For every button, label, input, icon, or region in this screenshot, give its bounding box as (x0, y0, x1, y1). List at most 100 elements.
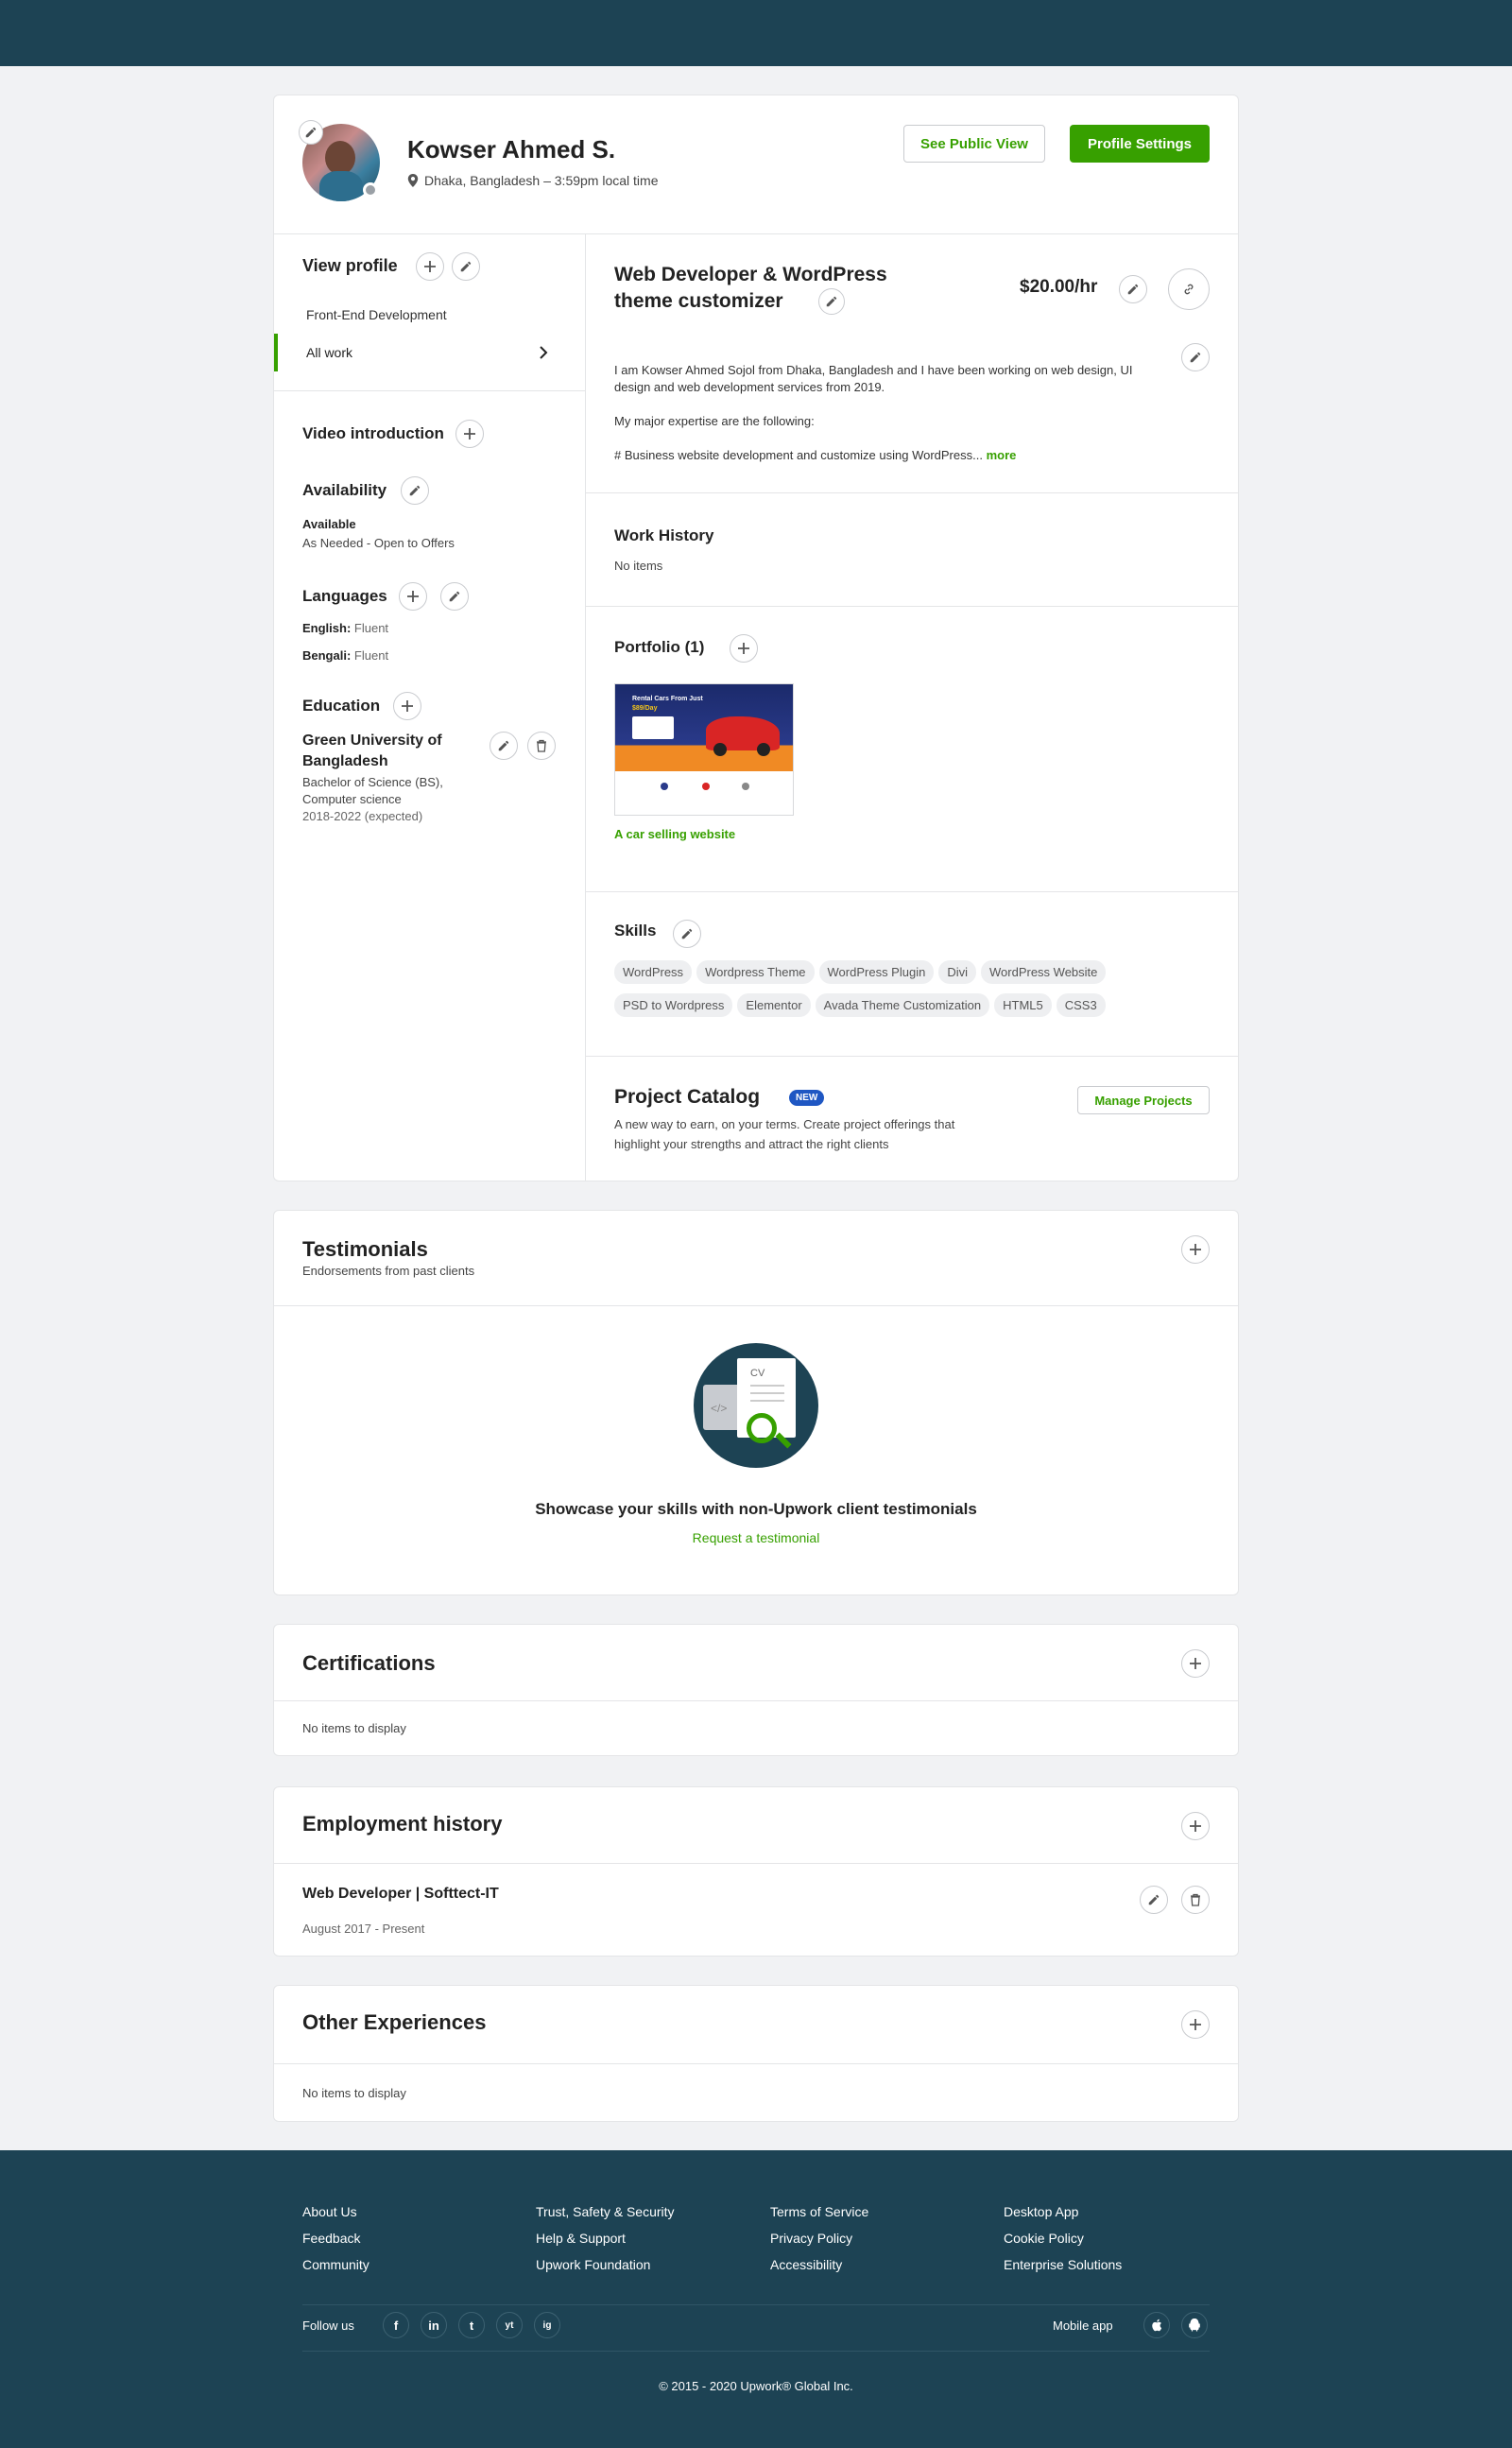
employment-job-title: Web Developer | Softtect-IT (302, 1886, 499, 1902)
work-history-title: Work History (614, 526, 714, 544)
online-status-dot (363, 182, 378, 198)
add-certification-button[interactable] (1181, 1649, 1210, 1678)
plus-icon (1190, 2019, 1201, 2030)
footer-link[interactable]: Help & Support (536, 2231, 626, 2246)
edit-rate-button[interactable] (1119, 275, 1147, 303)
edit-overview-button[interactable] (1181, 343, 1210, 371)
pencil-icon (681, 928, 693, 940)
school-line: Green University of (302, 733, 442, 749)
delete-education-button[interactable] (527, 732, 556, 760)
skill-tag[interactable]: Divi (938, 960, 976, 984)
android-icon[interactable] (1181, 2312, 1208, 2338)
skill-tag[interactable]: Avada Theme Customization (815, 993, 990, 1017)
skill-tag[interactable]: WordPress Website (981, 960, 1107, 984)
availability-status: Available (302, 517, 356, 531)
skill-tag[interactable]: WordPress (614, 960, 693, 984)
profile-settings-button[interactable]: Profile Settings (1070, 125, 1210, 163)
active-indicator (274, 334, 278, 371)
skill-tag[interactable]: CSS3 (1056, 993, 1106, 1017)
edit-education-button[interactable] (490, 732, 518, 760)
footer-link[interactable]: Enterprise Solutions (1004, 2257, 1122, 2272)
add-other-experience-button[interactable] (1181, 2010, 1210, 2039)
language-name: Bengali: (302, 648, 352, 663)
trash-icon (537, 739, 546, 752)
footer-divider (302, 2304, 1210, 2305)
pencil-icon (305, 127, 317, 138)
see-public-view-button[interactable]: See Public View (903, 125, 1045, 163)
languages-title: Languages (302, 587, 387, 605)
footer-link[interactable]: Accessibility (770, 2257, 842, 2272)
location-text: Dhaka, Bangladesh – 3:59pm local time (424, 173, 659, 188)
add-specialized-profile-button[interactable] (416, 252, 444, 281)
request-testimonial-link-text[interactable]: Request a testimonial (693, 1530, 820, 1545)
sidebar-item-front-end[interactable]: Front-End Development (306, 307, 447, 322)
footer-link[interactable]: Feedback (302, 2231, 360, 2246)
copy-link-button[interactable] (1168, 268, 1210, 310)
footer-link[interactable]: Desktop App (1004, 2204, 1078, 2219)
manage-projects-button[interactable]: Manage Projects (1077, 1086, 1210, 1114)
education-school: Green University of Bangladesh (302, 731, 442, 772)
testimonials-title: Testimonials (302, 1237, 428, 1261)
edit-title-button[interactable] (818, 288, 845, 315)
edit-skills-button[interactable] (673, 920, 701, 948)
add-video-button[interactable] (455, 420, 484, 448)
skills-row: WordPress Wordpress Theme WordPress Plugin… (614, 960, 1219, 993)
footer-link[interactable]: Upwork Foundation (536, 2257, 650, 2272)
delete-employment-button[interactable] (1181, 1886, 1210, 1914)
instagram-icon[interactable]: ig (534, 2312, 560, 2338)
add-language-button[interactable] (399, 582, 427, 611)
availability-detail: As Needed - Open to Offers (302, 536, 455, 550)
footer-link[interactable]: Privacy Policy (770, 2231, 852, 2246)
other-experiences-title: Other Experiences (302, 2010, 487, 2034)
column-divider (585, 233, 586, 1181)
add-education-button[interactable] (393, 692, 421, 720)
footer-link[interactable]: Trust, Safety & Security (536, 2204, 675, 2219)
footer-link[interactable]: Community (302, 2257, 369, 2272)
sidebar-divider (274, 390, 585, 391)
plus-icon (738, 643, 749, 654)
skill-tag[interactable]: PSD to Wordpress (614, 993, 733, 1017)
skill-tag[interactable]: HTML5 (994, 993, 1052, 1017)
twitter-icon[interactable]: t (458, 2312, 485, 2338)
edit-languages-button[interactable] (440, 582, 469, 611)
project-catalog-title: Project Catalog (614, 1086, 761, 1108)
skill-tag[interactable]: WordPress Plugin (818, 960, 935, 984)
sidebar-item-all-work[interactable]: All work (274, 334, 584, 371)
portfolio-item-title[interactable]: A car selling website (614, 827, 735, 841)
skill-tag[interactable]: Wordpress Theme (696, 960, 815, 984)
other-experiences-empty: No items to display (302, 2086, 406, 2100)
trash-icon (1191, 1893, 1200, 1906)
testimonial-illustration: </> CV (694, 1343, 818, 1468)
add-portfolio-button[interactable] (730, 634, 758, 663)
apple-icon[interactable] (1143, 2312, 1170, 2338)
pencil-icon (449, 591, 460, 602)
add-testimonial-button[interactable] (1181, 1235, 1210, 1264)
profile-name: Kowser Ahmed S. (407, 135, 616, 164)
follow-us-label: Follow us (302, 2319, 354, 2333)
edit-availability-button[interactable] (401, 476, 429, 505)
plus-icon (1190, 1658, 1201, 1669)
footer-link[interactable]: Cookie Policy (1004, 2231, 1084, 2246)
portfolio-thumbnail[interactable]: Rental Cars From Just $89/Day (614, 683, 794, 816)
skill-tag[interactable]: Elementor (737, 993, 811, 1017)
pencil-icon (498, 740, 509, 751)
more-link[interactable]: more (987, 448, 1017, 462)
education-title: Education (302, 697, 381, 715)
employment-title: Employment history (302, 1812, 503, 1836)
add-employment-button[interactable] (1181, 1812, 1210, 1840)
section-divider (274, 1700, 1238, 1701)
employment-dates: August 2017 - Present (302, 1922, 425, 1936)
youtube-icon[interactable]: yt (496, 2312, 523, 2338)
section-divider (586, 891, 1238, 892)
footer-link[interactable]: Terms of Service (770, 2204, 868, 2219)
footer-link[interactable]: About Us (302, 2204, 357, 2219)
facebook-icon[interactable]: f (383, 2312, 409, 2338)
edit-employment-button[interactable] (1140, 1886, 1168, 1914)
linkedin-icon[interactable]: in (421, 2312, 447, 2338)
edit-view-profile-button[interactable] (452, 252, 480, 281)
profile-card: Kowser Ahmed S. Dhaka, Bangladesh – 3:59… (273, 95, 1239, 1181)
desc-line: highlight your strengths and attract the… (614, 1137, 889, 1151)
android-glyph (1189, 2319, 1200, 2332)
edit-avatar-button[interactable] (299, 120, 323, 145)
pencil-icon (1190, 352, 1201, 363)
